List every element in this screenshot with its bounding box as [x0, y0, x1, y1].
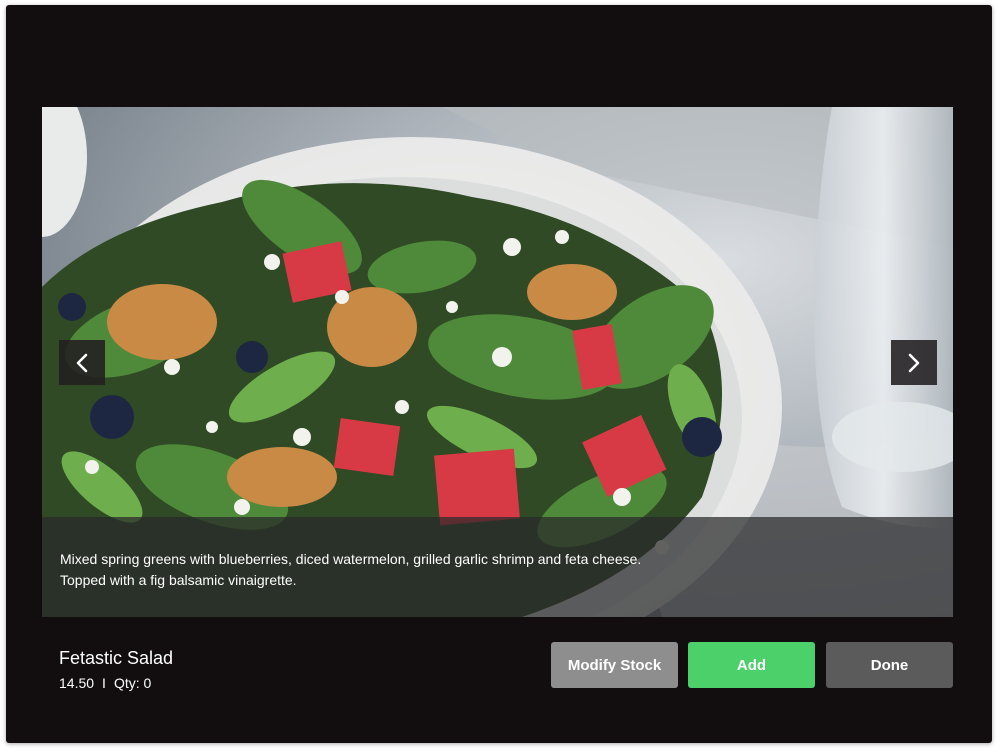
description-line: Mixed spring greens with blueberries, di… [60, 551, 642, 567]
chevron-left-icon [76, 353, 88, 372]
add-button[interactable]: Add [688, 642, 815, 688]
previous-photo-button[interactable] [59, 340, 105, 385]
done-button[interactable]: Done [826, 642, 953, 688]
meta-separator: I [102, 675, 106, 691]
item-description: Mixed spring greens with blueberries, di… [42, 517, 953, 617]
item-meta: 14.50 I Qty: 0 [59, 675, 151, 691]
item-quantity: Qty: 0 [113, 675, 152, 691]
item-name: Fetastic Salad [59, 648, 174, 668]
item-price: 14.50 [59, 675, 95, 691]
next-photo-button[interactable] [891, 340, 937, 385]
modify-stock-button[interactable]: Modify Stock [551, 642, 678, 688]
description-line: Topped with a fig balsamic vinaigrette. [60, 572, 297, 588]
chevron-right-icon [908, 353, 920, 372]
